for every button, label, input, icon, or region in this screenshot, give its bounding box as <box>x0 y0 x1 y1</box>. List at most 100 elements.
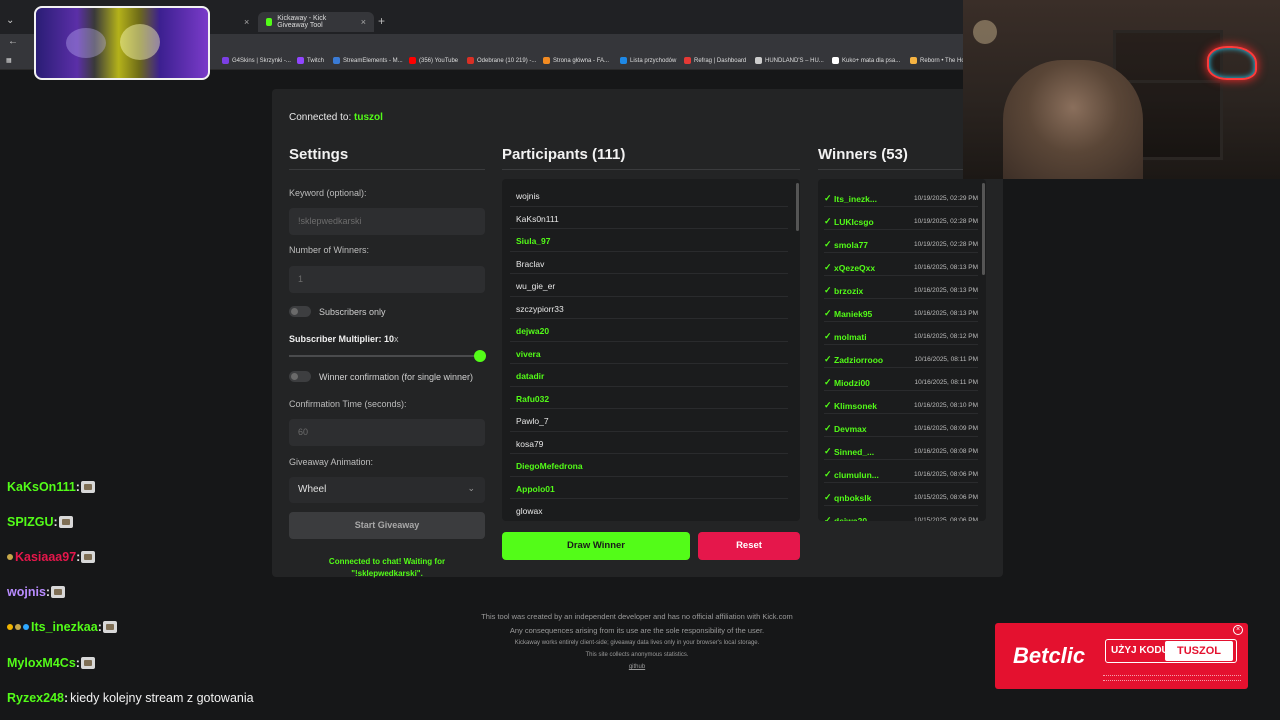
winners-title: Winners (53) <box>818 146 908 163</box>
participant-row: Braclav <box>510 252 788 274</box>
badge-icon <box>23 624 29 630</box>
draw-winner-button[interactable]: Draw Winner <box>502 532 690 560</box>
subscriber-multiplier-slider[interactable] <box>289 355 479 357</box>
participant-row: datadir <box>510 364 788 387</box>
chat-username: wojnis <box>7 585 46 599</box>
chevron-down-icon: ⌄ <box>467 483 475 493</box>
participant-row: KaKs0n111 <box>510 207 788 229</box>
emote-icon <box>80 481 95 493</box>
participant-row: DiegoMefedrona <box>510 454 788 477</box>
apps-grid-icon[interactable]: ▦ <box>6 57 12 64</box>
betclic-ad-banner[interactable]: Betclic UŻYJ KODU TUSZOL × <box>995 623 1248 689</box>
checkmark-icon: ✓ <box>824 469 832 479</box>
new-tab-icon[interactable]: + <box>378 14 385 28</box>
winner-row: ✓ clumulun... 10/16/2025, 08:06 PM <box>824 460 978 483</box>
chat-message: MyloxM4Cs: <box>7 656 95 670</box>
tab-kickaway[interactable]: Kickaway - Kick Giveaway Tool × <box>258 12 374 32</box>
bookmark-g4skins[interactable]: G4Skins | Skrzynki -... <box>222 57 291 64</box>
winners-count-input[interactable]: 1 <box>289 266 485 293</box>
winner-row: ✓ Maniek95 10/16/2025, 08:13 PM <box>824 299 978 322</box>
winner-row: ✓ Its_inezk... 10/19/2025, 02:29 PM <box>824 184 978 207</box>
winner-row: ✓ LUKIcsgo 10/19/2025, 02:28 PM <box>824 207 978 230</box>
settings-title: Settings <box>289 146 349 163</box>
tab-close-icon[interactable]: × <box>228 12 257 32</box>
winners-scrollbar[interactable] <box>982 183 985 275</box>
keyword-input[interactable]: !sklepwedkarski <box>289 208 485 235</box>
winner-row: ✓ xQezeQxx 10/16/2025, 08:13 PM <box>824 253 978 276</box>
reset-button[interactable]: Reset <box>698 532 800 560</box>
github-link[interactable]: github <box>629 664 645 670</box>
checkmark-icon: ✓ <box>824 515 832 521</box>
winner-row: ✓ molmati 10/16/2025, 08:12 PM <box>824 322 978 345</box>
participant-row: Siula_97 <box>510 229 788 252</box>
start-giveaway-button[interactable]: Start Giveaway <box>289 512 485 539</box>
winner-date: 10/16/2025, 08:11 PM <box>914 379 978 386</box>
bookmark-strona[interactable]: Strona główna - FA... <box>543 57 609 64</box>
chat-username: KaKsOn111 <box>7 480 76 494</box>
bookmark-gmail[interactable]: Odebrane (10 219) -... <box>467 57 536 64</box>
winner-row: ✓ Klimsonek 10/16/2025, 08:10 PM <box>824 391 978 414</box>
close-icon[interactable]: × <box>1233 625 1243 635</box>
emote-icon <box>51 586 66 598</box>
animation-select[interactable]: Wheel ⌄ <box>289 477 485 503</box>
bookmark-youtube[interactable]: (356) YouTube <box>409 57 458 64</box>
confirmation-time-input[interactable]: 60 <box>289 419 485 446</box>
tab-menu-icon[interactable]: ⌄ <box>6 15 14 26</box>
bookmark-kuko[interactable]: Kuko+ mata dla psa... <box>832 57 900 64</box>
winners-list[interactable]: ✓ Its_inezk... 10/19/2025, 02:29 PM ✓ LUKIcs… <box>818 179 986 521</box>
winner-row: ✓ dejwa20 10/15/2025, 08:06 PM <box>824 506 978 521</box>
participant-row: glowax <box>510 499 788 521</box>
winner-date: 10/16/2025, 08:13 PM <box>914 264 978 271</box>
bookmark-refrag[interactable]: Refrag | Dashboard <box>684 57 746 64</box>
winner-name: Miodzi00 <box>834 377 870 388</box>
winner-date: 10/16/2025, 08:13 PM <box>914 310 978 317</box>
preview-shape <box>66 28 106 58</box>
participants-title: Participants (111) <box>502 146 626 163</box>
close-tab-icon[interactable]: × <box>361 17 366 27</box>
winner-name: Sinned_... <box>834 446 875 457</box>
winner-date: 10/19/2025, 02:29 PM <box>914 195 978 202</box>
confirmation-time-label: Confirmation Time (seconds): <box>289 399 407 409</box>
bookmark-twitch[interactable]: Twitch <box>297 57 324 64</box>
chat-message: SPIZGU: <box>7 515 73 529</box>
lamp-light <box>973 20 997 44</box>
chat-username: MyloxM4Cs <box>7 656 76 670</box>
participants-scrollbar[interactable] <box>796 183 799 231</box>
divider <box>818 169 986 170</box>
winner-row: ✓ Zadziorrooo 10/16/2025, 08:11 PM <box>824 345 978 368</box>
bookmark-icon <box>333 57 340 64</box>
winner-confirmation-row: Winner confirmation (for single winner) <box>289 371 473 382</box>
winner-row: ✓ Miodzi00 10/16/2025, 08:11 PM <box>824 368 978 391</box>
winner-name: Its_inezk... <box>834 193 877 204</box>
back-arrow-icon[interactable]: ← <box>8 36 18 47</box>
bookmark-hundland[interactable]: HUNDLAND'S – HU... <box>755 57 824 64</box>
bookmark-reborn[interactable]: Reborn • The Ho <box>910 57 965 64</box>
twitch-icon <box>297 57 304 64</box>
winner-name: Devmax <box>834 423 867 434</box>
winner-row: ✓ brzozix 10/16/2025, 08:13 PM <box>824 276 978 299</box>
winner-date: 10/19/2025, 02:28 PM <box>914 218 978 225</box>
keyword-label: Keyword (optional): <box>289 188 367 198</box>
subscriber-multiplier-label: Subscriber Multiplier: 10x <box>289 334 399 344</box>
participant-row: dejwa20 <box>510 319 788 342</box>
mail-icon <box>467 57 474 64</box>
winner-confirmation-label: Winner confirmation (for single winner) <box>319 371 474 382</box>
checkmark-icon: ✓ <box>824 331 832 341</box>
participants-list[interactable]: wojnis KaKs0n111 Siula_97 Braclav wu_gie_er s… <box>502 179 800 521</box>
footer-responsibility: Any consequences arising from its use ar… <box>509 626 765 635</box>
participant-row: Appolo01 <box>510 477 788 499</box>
connection-status: Connected to: tuszol <box>289 112 383 123</box>
chat-username: Kasiaaa97 <box>15 550 77 564</box>
winner-date: 10/15/2025, 08:06 PM <box>914 494 978 501</box>
subscribers-only-toggle[interactable] <box>289 306 311 317</box>
bookmark-lista[interactable]: Lista przychodów <box>620 57 676 64</box>
emote-icon <box>102 621 117 633</box>
winner-confirmation-toggle[interactable] <box>289 371 311 382</box>
footer-stats-note: This site collects anonymous statistics. <box>585 652 689 658</box>
emote-icon <box>80 657 95 669</box>
slider-handle[interactable] <box>474 350 486 362</box>
footer-link-row: github <box>437 664 837 670</box>
bookmark-streamelements[interactable]: StreamElements - M... <box>333 57 403 64</box>
winner-name: smola77 <box>834 239 869 250</box>
checkmark-icon: ✓ <box>824 492 832 502</box>
